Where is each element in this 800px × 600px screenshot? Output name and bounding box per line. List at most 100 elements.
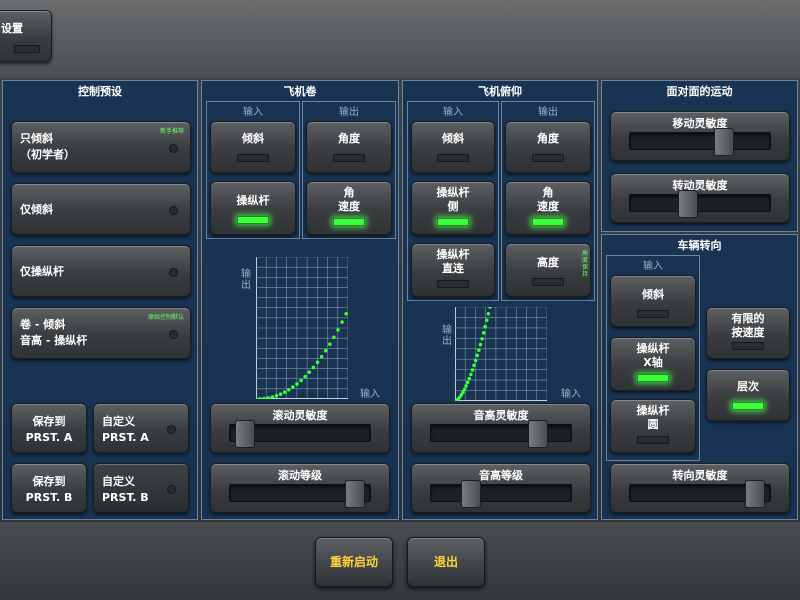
pitch-response-graph bbox=[455, 307, 547, 401]
curve-point bbox=[270, 395, 275, 399]
custom-preset-b-label: 自定义 PRST. B bbox=[102, 475, 149, 504]
slider-knob[interactable] bbox=[527, 420, 548, 448]
curve-point bbox=[274, 393, 279, 398]
custom-preset-b-button[interactable]: 自定义 PRST. B bbox=[93, 463, 189, 513]
curve-point bbox=[475, 353, 480, 358]
top-bar bbox=[0, 0, 800, 78]
move-sensitivity-slider[interactable]: 移动灵敏度 bbox=[610, 111, 790, 161]
roll-sensitivity-slider[interactable]: 滚动灵敏度 bbox=[210, 403, 390, 453]
vehicle-joystick-x-button[interactable]: 操纵杆 X轴 bbox=[610, 337, 696, 391]
preset-tilt-only-beginner[interactable]: 只倾斜 （初学者） 新手推荐 bbox=[11, 121, 191, 173]
roll-title: 飞机卷 bbox=[283, 85, 317, 98]
pitch-sensitivity-label: 音高灵敏度 bbox=[473, 409, 529, 422]
curve-point bbox=[467, 376, 472, 381]
settings-button[interactable]: 设置 bbox=[0, 10, 52, 62]
vehicle-tilt-label: 倾斜 bbox=[642, 288, 664, 301]
slider-track bbox=[629, 132, 771, 150]
slider-knob[interactable] bbox=[677, 190, 698, 218]
curve-point bbox=[472, 363, 476, 368]
pitch-graph-x-label: 输入 bbox=[561, 389, 581, 400]
slider-knob[interactable] bbox=[744, 480, 765, 508]
steering-sensitivity-slider[interactable]: 转向灵敏度 bbox=[610, 463, 790, 513]
preset-radio bbox=[169, 144, 178, 153]
pitch-angle-indicator bbox=[532, 154, 564, 162]
pitch-tilt-button[interactable]: 倾斜 bbox=[411, 121, 495, 173]
roll-angle-label: 角度 bbox=[338, 132, 360, 145]
settings-indicator bbox=[14, 45, 40, 53]
pitch-level-slider[interactable]: 音高等级 bbox=[411, 463, 591, 513]
roll-graph-y-label: 输出 bbox=[241, 269, 251, 291]
pitch-angular-velocity-label: 角 速度 bbox=[537, 186, 559, 213]
slider-track bbox=[430, 484, 572, 502]
curve-point bbox=[295, 382, 299, 386]
curve-point bbox=[278, 392, 283, 396]
pitch-tilt-label: 倾斜 bbox=[442, 132, 464, 145]
curve-point bbox=[478, 342, 483, 347]
turn-sensitivity-slider[interactable]: 转动灵敏度 bbox=[610, 173, 790, 223]
vehicle-steering-panel: 车辆转向 输入 倾斜 操纵杆 X轴 操纵杆 圆 有限的 按速度 层次 转向灵敏度 bbox=[601, 234, 798, 520]
pitch-level-label: 音高等级 bbox=[479, 469, 523, 482]
roll-tilt-button[interactable]: 倾斜 bbox=[210, 121, 296, 173]
pitch-input-label: 输入 bbox=[443, 107, 463, 118]
slider-track bbox=[629, 194, 771, 212]
exit-button[interactable]: 退出 bbox=[407, 537, 485, 587]
roll-level-slider[interactable]: 滚动等级 bbox=[210, 463, 390, 513]
presets-panel: 控制预设 只倾斜 （初学者） 新手推荐 仅倾斜 仅操纵杆 卷 - 倾斜 音高 -… bbox=[2, 80, 198, 520]
pitch-title: 飞机俯仰 bbox=[478, 85, 522, 98]
pitch-angle-button[interactable]: 角度 bbox=[505, 121, 591, 173]
curve-point bbox=[486, 311, 491, 316]
roll-tilt-indicator bbox=[237, 154, 269, 162]
curve-point bbox=[480, 336, 484, 341]
presets-title: 控制预设 bbox=[78, 85, 122, 98]
preset-badge: 原始控制默认 bbox=[147, 314, 184, 321]
slider-knob[interactable] bbox=[460, 480, 481, 508]
face-motion-panel: 面对面的运动 移动灵敏度 转动灵敏度 bbox=[601, 80, 798, 232]
pitch-joystick-side-button[interactable]: 操纵杆 侧 bbox=[411, 181, 495, 235]
slider-knob[interactable] bbox=[714, 128, 735, 156]
vehicle-tilt-button[interactable]: 倾斜 bbox=[610, 275, 696, 327]
roll-input-label: 输入 bbox=[243, 107, 263, 118]
curve-point bbox=[481, 331, 486, 335]
preset-badge: 新手推荐 bbox=[159, 128, 184, 135]
preset-radio bbox=[169, 330, 178, 339]
pitch-angle-label: 角度 bbox=[537, 132, 559, 145]
preset-label: 仅倾斜 bbox=[20, 203, 53, 216]
roll-output-label: 输出 bbox=[339, 107, 359, 118]
preset-tilt-only[interactable]: 仅倾斜 bbox=[11, 183, 191, 235]
curve-point bbox=[307, 370, 312, 375]
curve-point bbox=[311, 365, 316, 370]
custom-preset-a-button[interactable]: 自定义 PRST. A bbox=[93, 403, 189, 453]
pitch-angular-velocity-button[interactable]: 角 速度 bbox=[505, 181, 591, 235]
pitch-joystick-direct-indicator bbox=[437, 280, 469, 288]
pitch-sensitivity-slider[interactable]: 音高灵敏度 bbox=[411, 403, 591, 453]
settings-label: 设置 bbox=[1, 22, 23, 35]
preset-label: 卷 - 倾斜 音高 - 操纵杆 bbox=[20, 318, 88, 347]
roll-angular-velocity-button[interactable]: 角 速度 bbox=[306, 181, 392, 235]
preset-joystick-only[interactable]: 仅操纵杆 bbox=[11, 245, 191, 297]
roll-tilt-label: 倾斜 bbox=[242, 132, 264, 145]
slider-knob[interactable] bbox=[344, 480, 365, 508]
save-preset-a-button[interactable]: 保存到 PRST. A bbox=[11, 403, 87, 453]
slider-knob[interactable] bbox=[235, 420, 256, 448]
roll-angle-button[interactable]: 角度 bbox=[306, 121, 392, 173]
save-preset-b-label: 保存到 PRST. B bbox=[25, 475, 73, 504]
curve-point bbox=[477, 348, 481, 352]
limited-speed-indicator bbox=[732, 342, 764, 350]
roll-joystick-button[interactable]: 操纵杆 bbox=[210, 181, 296, 235]
curve-point bbox=[340, 320, 344, 324]
preset-radio bbox=[169, 206, 178, 215]
curve-point bbox=[462, 387, 467, 392]
curve-point bbox=[483, 324, 487, 329]
preset-roll-tilt-pitch-joystick[interactable]: 卷 - 倾斜 音高 - 操纵杆 原始控制默认 bbox=[11, 307, 191, 359]
pitch-altitude-button[interactable]: 高度 高度保持 bbox=[505, 243, 591, 297]
restart-button[interactable]: 重新启动 bbox=[315, 537, 393, 587]
custom-preset-a-radio bbox=[167, 425, 176, 434]
vehicle-joystick-circle-button[interactable]: 操纵杆 圆 bbox=[610, 399, 696, 453]
level-button[interactable]: 层次 bbox=[706, 369, 790, 421]
limited-speed-button[interactable]: 有限的 按速度 bbox=[706, 307, 790, 359]
save-preset-b-button[interactable]: 保存到 PRST. B bbox=[11, 463, 87, 513]
preset-label: 只倾斜 （初学者） bbox=[20, 132, 75, 161]
vehicle-joystick-circle-indicator bbox=[637, 436, 669, 444]
curve-point bbox=[488, 307, 492, 309]
pitch-joystick-direct-button[interactable]: 操纵杆 直连 bbox=[411, 243, 495, 297]
